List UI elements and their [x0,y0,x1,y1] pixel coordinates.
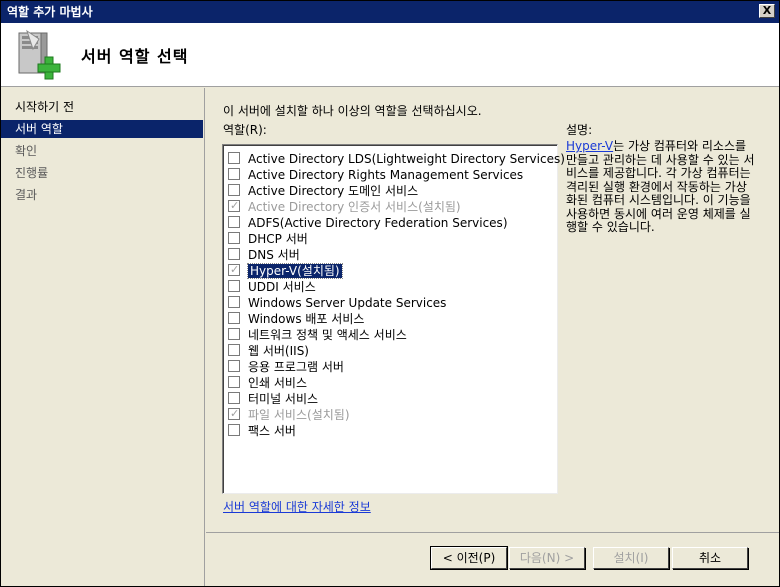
role-checkbox[interactable] [228,328,240,340]
role-item[interactable]: Active Directory 도메인 서비스 [228,183,418,199]
role-label: 터미널 서비스 [248,392,319,406]
role-item[interactable]: Active Directory 인증서 서비스(설치됨) [228,198,461,215]
role-item[interactable]: UDDI 서비스 [228,279,316,295]
role-checkbox[interactable] [228,296,240,308]
install-button[interactable]: 설치(I) [593,547,669,569]
role-item[interactable]: DNS 서버 [228,247,300,263]
main-content: 이 서버에 설치할 하나 이상의 역할을 선택하십시오. 역할(R): 설명: … [206,88,779,532]
role-label: 네트워크 정책 및 액세스 서비스 [248,328,407,342]
role-label: Active Directory 도메인 서비스 [248,184,419,198]
server-add-icon [18,29,61,80]
role-label: 파일 서비스(설치됨) [248,408,350,422]
role-item[interactable]: 인쇄 서비스 [228,375,307,391]
role-label: 팩스 서버 [248,424,296,438]
wizard-nav: 시작하기 전 서버 역할 확인 진행률 결과 [1,88,205,586]
role-checkbox[interactable] [228,184,240,196]
role-item[interactable]: ADFS(Active Directory Federation Service… [228,215,508,231]
role-checkbox[interactable] [228,248,240,260]
role-item[interactable]: Hyper-V(설치됨) [228,262,343,279]
hyper-v-link[interactable]: Hyper-V [566,139,613,153]
cancel-button[interactable]: 취소 [672,547,748,569]
role-item[interactable]: DHCP 서버 [228,231,308,247]
description-label: 설명: [566,123,593,137]
role-checkbox[interactable] [228,152,240,164]
back-button[interactable]: < 이전(P) [430,546,508,570]
role-label: UDDI 서비스 [248,280,316,294]
role-label: Active Directory LDS(Lightweight Directo… [248,152,565,166]
role-item[interactable]: 터미널 서비스 [228,391,318,407]
nav-item-before-you-begin[interactable]: 시작하기 전 [1,98,203,116]
role-checkbox[interactable] [228,216,240,228]
role-item[interactable]: 팩스 서버 [228,423,296,439]
role-item[interactable]: Active Directory Rights Management Servi… [228,167,523,183]
description-text: 는 가상 컴퓨터와 리소스를 만들고 관리하는 데 사용할 수 있는 서비스를 … [566,139,755,234]
role-item[interactable]: Active Directory LDS(Lightweight Directo… [228,151,565,167]
more-info-link[interactable]: 서버 역할에 대한 자세한 정보 [223,498,371,515]
role-item[interactable]: 응용 프로그램 서버 [228,359,344,375]
role-item[interactable]: 파일 서비스(설치됨) [228,406,350,423]
wizard-window: 역할 추가 마법사 X 서버 역할 선택 시작하기 전 서버 역할 확인 진행률… [0,0,780,587]
next-button[interactable]: 다음(N) > [509,547,585,569]
nav-item-server-roles[interactable]: 서버 역할 [1,120,203,138]
role-item[interactable]: 네트워크 정책 및 액세스 서비스 [228,327,407,343]
role-label: Active Directory Rights Management Servi… [248,168,524,182]
nav-item-results: 결과 [15,188,38,202]
role-checkbox[interactable] [228,312,240,324]
close-button[interactable]: X [759,4,775,18]
role-item[interactable]: Windows Server Update Services [228,295,446,311]
page-title: 서버 역할 선택 [81,47,189,66]
role-checkbox[interactable] [228,360,240,372]
roles-listbox[interactable]: Active Directory LDS(Lightweight Directo… [222,144,565,494]
role-checkbox[interactable] [228,424,240,436]
role-checkbox [228,406,240,422]
window-title: 역할 추가 마법사 [7,5,93,19]
role-checkbox[interactable] [228,280,240,292]
role-label: DNS 서버 [248,248,300,262]
wizard-header: 서버 역할 선택 [1,23,779,87]
role-description: Hyper-V는 가상 컴퓨터와 리소스를 만들고 관리하는 데 사용할 수 있… [566,139,756,235]
roles-label: 역할(R): [223,123,267,137]
wizard-footer: < 이전(P) 다음(N) > 설치(I) 취소 [206,532,779,586]
role-checkbox[interactable] [228,168,240,180]
role-item[interactable]: Windows 배포 서비스 [228,311,364,327]
role-checkbox [228,262,240,278]
role-label: ADFS(Active Directory Federation Service… [248,216,508,230]
role-label: Active Directory 인증서 서비스(설치됨) [248,200,461,214]
role-label: 응용 프로그램 서버 [248,360,344,374]
title-bar[interactable]: 역할 추가 마법사 X [1,1,779,23]
role-label: DHCP 서버 [248,232,308,246]
role-label: Windows 배포 서비스 [248,312,365,326]
nav-item-confirmation: 확인 [15,144,38,158]
instruction-text: 이 서버에 설치할 하나 이상의 역할을 선택하십시오. [223,104,482,118]
role-checkbox[interactable] [228,344,240,356]
role-checkbox[interactable] [228,392,240,404]
role-checkbox [228,198,240,214]
role-checkbox[interactable] [228,376,240,388]
role-label: Windows Server Update Services [248,296,447,310]
role-label: Hyper-V(설치됨) [247,263,343,279]
role-label: 웹 서버(IIS) [248,344,309,358]
role-item[interactable]: 웹 서버(IIS) [228,343,309,359]
role-checkbox[interactable] [228,232,240,244]
role-label: 인쇄 서비스 [248,376,308,390]
nav-item-progress: 진행률 [15,166,49,180]
